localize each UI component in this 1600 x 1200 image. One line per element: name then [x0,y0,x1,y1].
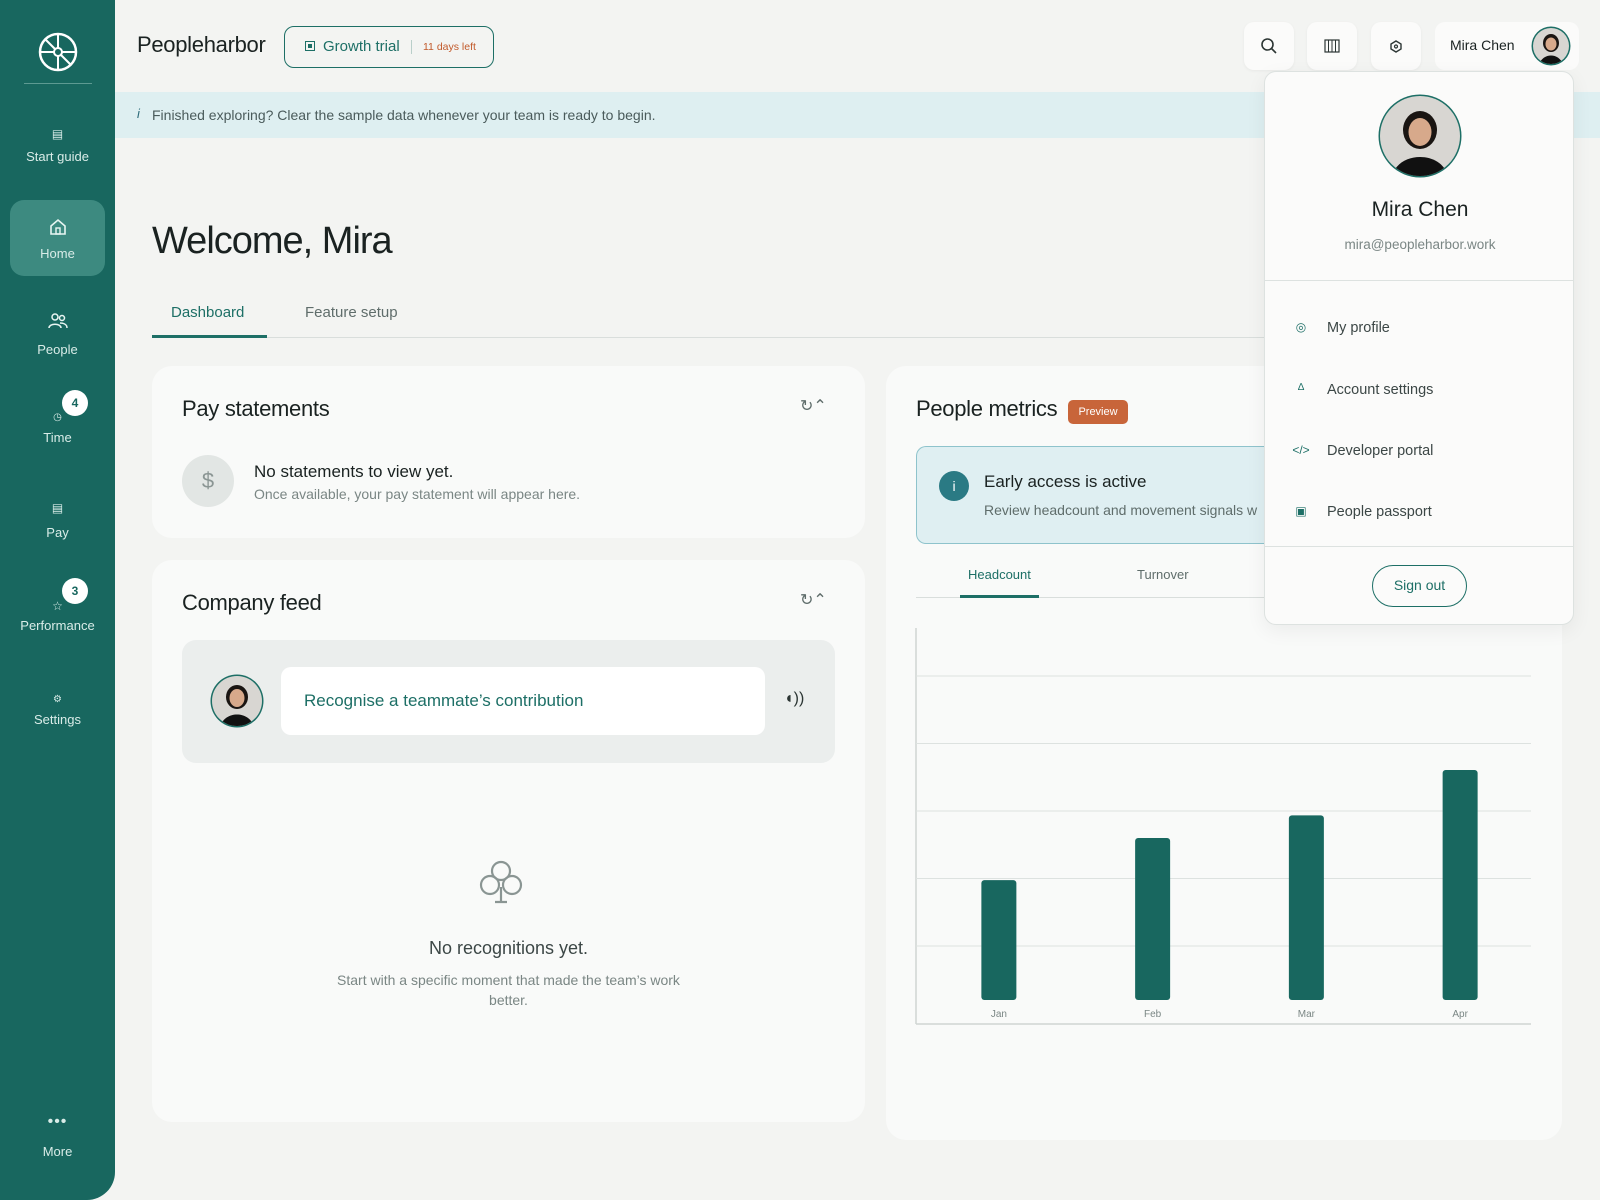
speaker-icon[interactable]: ◖)) [784,690,804,708]
tab-turnover[interactable]: Turnover [1137,567,1189,582]
avatar [1531,26,1571,66]
sidebar-item-time[interactable]: ◷ Time 4 [10,390,105,466]
trial-icon [305,41,315,51]
time-count-badge: 4 [62,390,88,416]
refresh-collapse-controls[interactable]: ↻⌃ [800,396,827,416]
sign-out-button[interactable]: Sign out [1372,565,1467,607]
club-icon [479,860,523,904]
star-icon: ☆ [52,599,63,613]
sidebar-item-performance[interactable]: ☆ Performance 3 [10,578,105,654]
sidebar: ▤ Start guide Home People ◷ Time 4 ▤ Pay… [0,0,115,1200]
trial-badge[interactable]: Growth trial 11 days left [284,26,494,68]
menu-item-people-passport[interactable]: ▣ People passport [1265,492,1573,536]
headcount-chart: Jan Feb Mar Apr [915,628,1531,1025]
menu-item-my-profile[interactable]: ◎ My profile [1265,308,1573,352]
sidebar-item-home[interactable]: Home [10,200,105,276]
active-tab-indicator [152,335,267,338]
avatar [1378,94,1462,178]
info-icon: i [939,471,969,501]
search-icon [1261,38,1277,54]
recognition-composer: Recognise a teammate’s contribution ◖)) [182,640,835,763]
code-icon: </> [1292,443,1310,457]
avatar [210,674,264,728]
clock-icon: ◷ [53,412,62,423]
x-tick-label: Mar [1298,1009,1316,1020]
divider [1265,280,1573,281]
tabs-divider [152,337,1272,338]
trial-days-left: 11 days left [423,41,476,53]
people-icon [10,312,105,330]
company-feed-card: Company feed ↻⌃ Recognise a teammate’s c… [152,560,865,1122]
preview-badge: Preview [1068,400,1128,424]
guide-icon: ▤ [51,127,64,141]
profile-name: Mira Chen [1371,198,1469,221]
sidebar-item-more[interactable]: ••• More [10,1114,105,1190]
pay-statements-card: Pay statements ↻⌃ $ No statements to vie… [152,366,865,538]
active-metrics-tab-indicator [960,595,1039,598]
app-logo-icon[interactable] [37,31,79,73]
sidebar-item-people[interactable]: People [10,300,105,376]
dollar-icon: $ [182,455,234,507]
passport-icon: ▣ [1295,504,1307,518]
x-tick-label: Apr [1452,1009,1468,1020]
pay-icon: ▤ [51,501,64,515]
profile-email: mira@peopleharbor.work [1344,237,1496,252]
bar-apr[interactable] [1442,769,1478,1000]
profile-dropdown: Mira Chen mira@peopleharbor.work ◎ My pr… [1264,71,1574,625]
user-menu-button[interactable]: Mira Chen [1435,22,1579,70]
bar-mar[interactable] [1288,815,1324,1000]
tab-feature-setup[interactable]: Feature setup [305,304,398,321]
apps-grid-button[interactable] [1307,22,1357,70]
notification-icon [1390,40,1402,53]
tab-headcount[interactable]: Headcount [968,567,1031,582]
x-tick-label: Jan [991,1009,1007,1020]
bar-jan[interactable] [981,880,1017,1000]
page-title: Welcome, Mira [152,220,393,262]
search-button[interactable] [1244,22,1294,70]
sidebar-item-pay[interactable]: ▤ Pay [10,490,105,566]
refresh-collapse-controls[interactable]: ↻⌃ [800,590,827,610]
gear-icon: ⚙ [53,694,62,705]
notifications-button[interactable] [1371,22,1421,70]
trial-separator [411,40,412,54]
menu-item-developer-portal[interactable]: </> Developer portal [1265,431,1573,475]
account-settings-icon: ∆ [1297,382,1305,393]
more-icon: ••• [47,1113,68,1130]
grid-icon [1324,39,1340,53]
sidebar-divider [24,83,92,84]
profile-icon: ◎ [1295,320,1307,334]
recognition-input[interactable]: Recognise a teammate’s contribution [281,667,765,735]
performance-count-badge: 3 [62,578,88,604]
brand-name: Peopleharbor [137,32,266,57]
tab-dashboard[interactable]: Dashboard [171,304,244,321]
home-icon [10,218,105,236]
bar-feb[interactable] [1135,838,1171,1000]
menu-item-account-settings[interactable]: ∆ Account settings [1265,370,1573,414]
sidebar-item-settings[interactable]: ⚙ Settings [10,684,105,760]
sidebar-item-start-guide[interactable]: ▤ Start guide [10,116,105,192]
divider [1265,546,1573,547]
x-tick-label: Feb [1144,1009,1162,1020]
info-icon: i [137,106,140,121]
